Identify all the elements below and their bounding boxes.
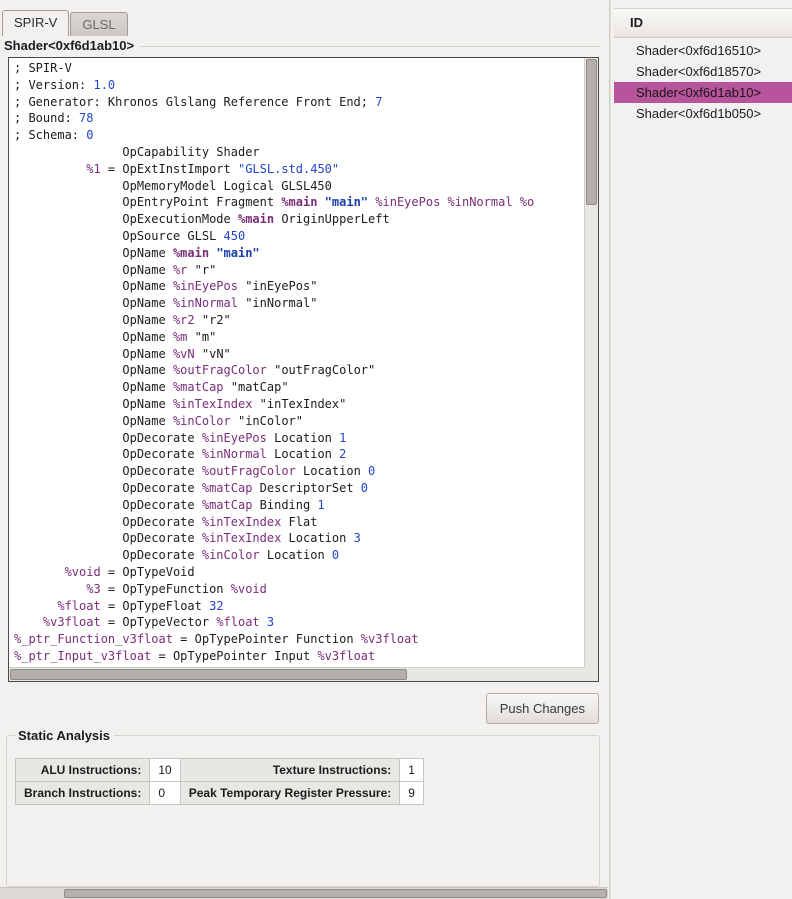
code-line: OpCapability Shader [14, 144, 583, 161]
frame-divider-line [140, 46, 600, 47]
code-line: OpName %r "r" [14, 262, 583, 279]
shader-frame-header: Shader<0xf6d1ab10> [4, 38, 600, 53]
code-line: %float = OpTypeFloat 32 [14, 598, 583, 615]
vertical-scrollbar-thumb[interactable] [586, 59, 597, 205]
code-line: %v3float = OpTypeVector %float 3 [14, 614, 583, 631]
code-content[interactable]: ; SPIR-V; Version: 1.0; Generator: Khron… [14, 60, 583, 666]
code-line: ; Bound: 78 [14, 110, 583, 127]
tab-glsl[interactable]: GLSL [70, 12, 127, 36]
code-line: OpName %inColor "inColor" [14, 413, 583, 430]
code-line: %_ptr_Function_v3float = OpTypePointer F… [14, 631, 583, 648]
code-line: OpName %outFragColor "outFragColor" [14, 362, 583, 379]
shader-list-pane: ID Shader<0xf6d16510>Shader<0xf6d18570>S… [614, 0, 792, 899]
static-analysis-table: ALU Instructions: 10 Texture Instruction… [15, 758, 424, 805]
code-line: ; SPIR-V [14, 60, 583, 77]
shader-edit-pane: SPIR-V GLSL Shader<0xf6d1ab10> ; SPIR-V;… [0, 0, 608, 888]
id-column-header[interactable]: ID [614, 8, 792, 38]
stat-branch-instructions-value: 0 [150, 782, 180, 805]
code-line: OpDecorate %inColor Location 0 [14, 547, 583, 564]
code-line: OpDecorate %matCap DescriptorSet 0 [14, 480, 583, 497]
bottom-horizontal-scrollbar[interactable] [0, 887, 608, 899]
stat-alu-instructions-label: ALU Instructions: [16, 759, 150, 782]
push-changes-button[interactable]: Push Changes [486, 693, 599, 724]
code-line: OpName %vN "vN" [14, 346, 583, 363]
shader-list-item[interactable]: Shader<0xf6d1b050> [614, 103, 792, 124]
pane-splitter[interactable] [609, 0, 612, 899]
code-line: OpName %inEyePos "inEyePos" [14, 278, 583, 295]
stat-peak-register-pressure-value: 9 [400, 782, 424, 805]
horizontal-scrollbar-thumb[interactable] [10, 669, 407, 680]
code-line: ; Generator: Khronos Glslang Reference F… [14, 94, 583, 111]
static-analysis-title: Static Analysis [16, 728, 114, 743]
scrollbar-corner [584, 667, 598, 681]
stat-peak-register-pressure-label: Peak Temporary Register Pressure: [180, 782, 400, 805]
editor-vertical-scrollbar[interactable] [584, 58, 598, 667]
code-line: OpSource GLSL 450 [14, 228, 583, 245]
code-line: OpEntryPoint Fragment %main "main" %inEy… [14, 194, 583, 211]
code-line: ; Version: 1.0 [14, 77, 583, 94]
shader-list: Shader<0xf6d16510>Shader<0xf6d18570>Shad… [614, 40, 792, 899]
shader-list-item[interactable]: Shader<0xf6d1ab10> [614, 82, 792, 103]
static-analysis-group: Static Analysis ALU Instructions: 10 Tex… [6, 728, 600, 887]
code-line: OpMemoryModel Logical GLSL450 [14, 178, 583, 195]
code-line: %1 = OpExtInstImport "GLSL.std.450" [14, 161, 583, 178]
code-line: OpName %m "m" [14, 329, 583, 346]
shader-language-tabs: SPIR-V GLSL [2, 12, 129, 36]
shader-list-item[interactable]: Shader<0xf6d18570> [614, 61, 792, 82]
shader-title: Shader<0xf6d1ab10> [4, 38, 134, 53]
code-line: OpDecorate %outFragColor Location 0 [14, 463, 583, 480]
code-editor[interactable]: ; SPIR-V; Version: 1.0; Generator: Khron… [8, 57, 599, 682]
code-line: OpDecorate %inNormal Location 2 [14, 446, 583, 463]
code-line: ; Schema: 0 [14, 127, 583, 144]
bottom-scrollbar-thumb[interactable] [64, 889, 607, 898]
code-line: OpName %inTexIndex "inTexIndex" [14, 396, 583, 413]
code-line: %3 = OpTypeFunction %void [14, 581, 583, 598]
code-line: OpName %main "main" [14, 245, 583, 262]
code-line: OpDecorate %matCap Binding 1 [14, 497, 583, 514]
shader-list-item[interactable]: Shader<0xf6d16510> [614, 40, 792, 61]
code-line: OpDecorate %inTexIndex Flat [14, 514, 583, 531]
code-line: OpName %inNormal "inNormal" [14, 295, 583, 312]
stat-alu-instructions-value: 10 [150, 759, 180, 782]
code-line: OpDecorate %inTexIndex Location 3 [14, 530, 583, 547]
stat-texture-instructions-label: Texture Instructions: [180, 759, 400, 782]
code-line: %void = OpTypeVoid [14, 564, 583, 581]
tab-spirv[interactable]: SPIR-V [2, 10, 69, 36]
code-line: OpDecorate %inEyePos Location 1 [14, 430, 583, 447]
code-line: %_ptr_Input_v3float = OpTypePointer Inpu… [14, 648, 583, 665]
code-line: OpName %r2 "r2" [14, 312, 583, 329]
stat-branch-instructions-label: Branch Instructions: [16, 782, 150, 805]
stat-texture-instructions-value: 1 [400, 759, 424, 782]
code-line: OpName %matCap "matCap" [14, 379, 583, 396]
code-line: OpExecutionMode %main OriginUpperLeft [14, 211, 583, 228]
editor-horizontal-scrollbar[interactable] [9, 667, 584, 681]
